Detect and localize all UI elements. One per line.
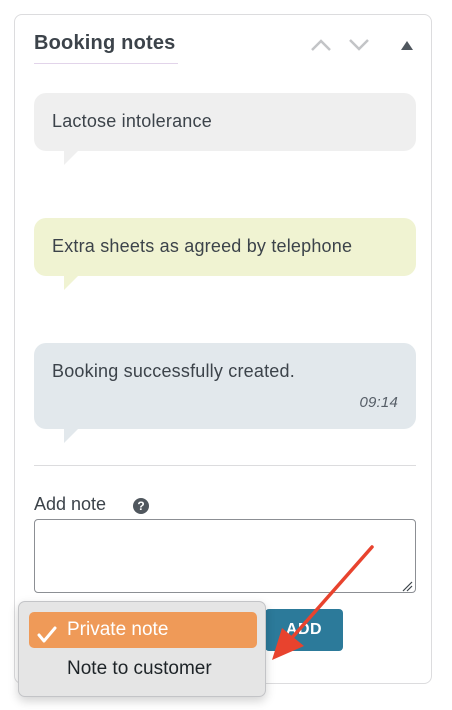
help-icon[interactable]: ? [133, 498, 149, 514]
note-text: Extra sheets as agreed by telephone [52, 236, 353, 256]
note-bubble: Booking successfully created. 09:14 [34, 343, 416, 443]
note-text: Lactose intolerance [52, 111, 212, 131]
move-up-button[interactable] [307, 33, 335, 57]
add-note-label: Add note [34, 494, 107, 514]
option-label: Private note [67, 619, 169, 640]
note-tail [64, 151, 78, 165]
chevron-down-icon [348, 38, 370, 52]
option-label: Note to customer [67, 658, 212, 679]
caret-up-icon [401, 40, 413, 50]
note-tail [64, 276, 78, 290]
note-bubble: Lactose intolerance [34, 93, 416, 165]
collapse-panel-button[interactable] [393, 33, 421, 57]
move-down-button[interactable] [345, 33, 373, 57]
note-bubble: Extra sheets as agreed by telephone [34, 218, 416, 290]
chevron-up-icon [310, 38, 332, 52]
panel-title: Booking notes [34, 32, 176, 54]
add-note-button[interactable]: ADD [265, 609, 343, 651]
note-timestamp: 09:14 [359, 394, 398, 411]
resize-handle-icon[interactable] [401, 579, 413, 597]
note-tail [64, 429, 78, 443]
option-note-to-customer[interactable]: Note to customer [29, 651, 257, 687]
note-text: Booking successfully created. [52, 361, 295, 381]
note-textarea[interactable] [34, 519, 416, 593]
note-type-dropdown: Private note Note to customer [18, 601, 266, 697]
title-underline [34, 63, 178, 64]
divider [34, 465, 416, 466]
booking-notes-panel: Booking notes Lactose intolerance Extra … [14, 14, 432, 684]
option-private-note[interactable]: Private note [29, 612, 257, 648]
